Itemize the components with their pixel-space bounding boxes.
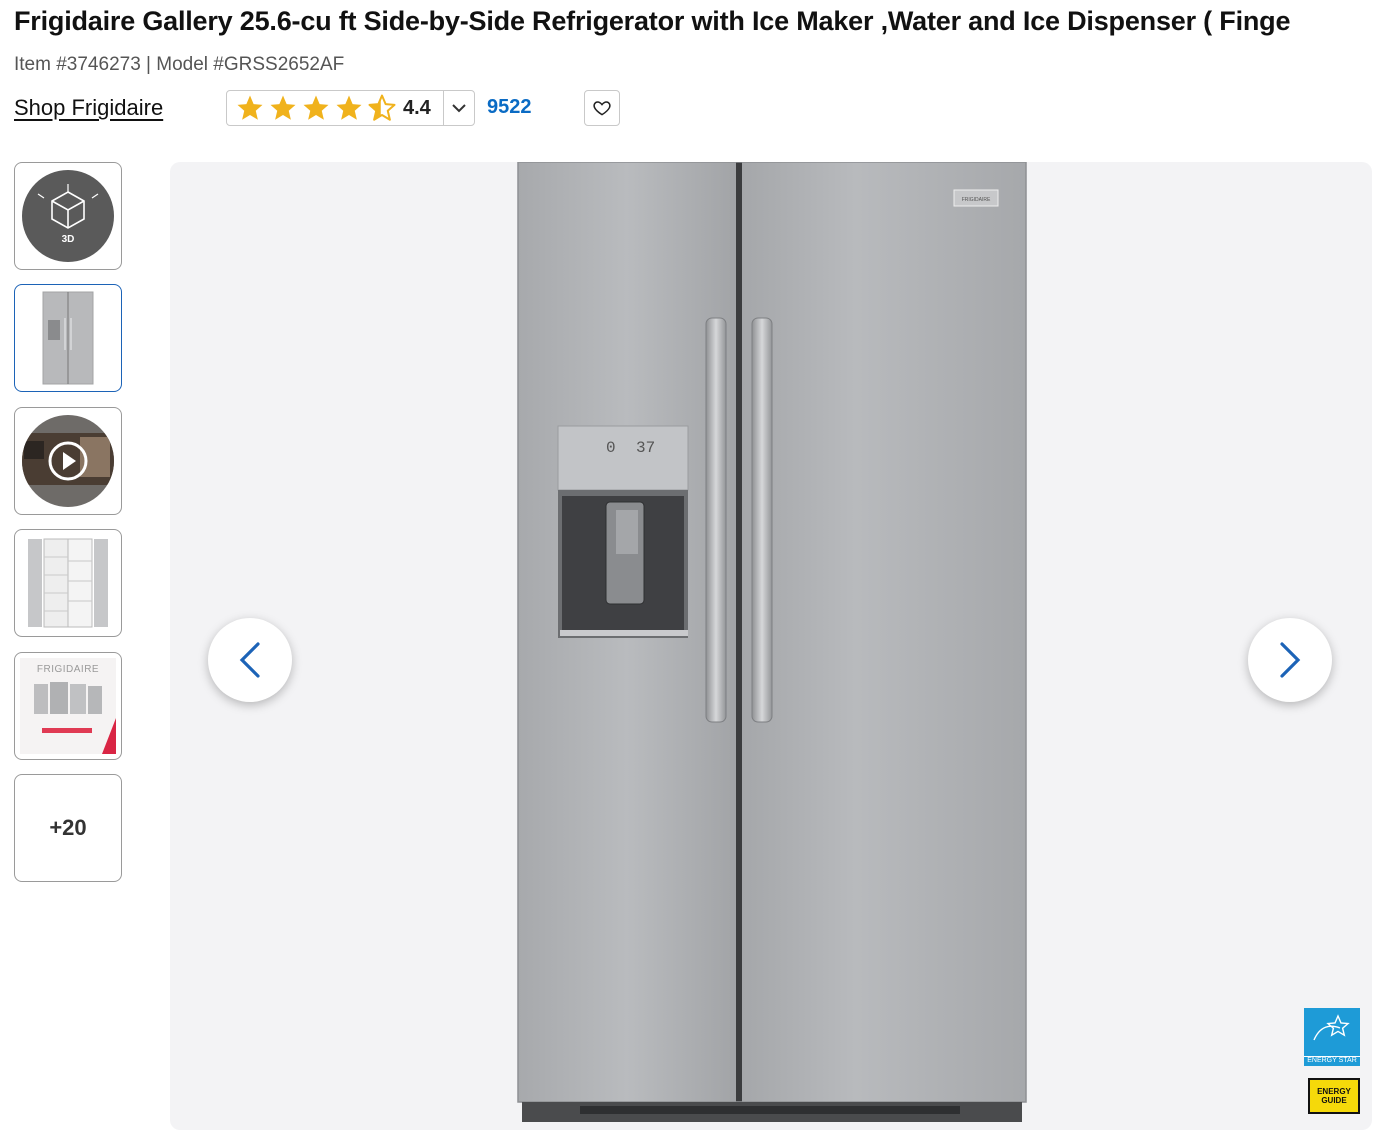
star-partial-icon xyxy=(368,94,396,121)
thumbnail-front-image[interactable] xyxy=(14,284,122,392)
brand-badge: FRIGIDAIRE xyxy=(962,197,991,203)
energy-star-label: ENERGY STAR xyxy=(1304,1056,1360,1064)
main-product-image: FRIGIDAIRE 0 37 ENERGY STAR ENERGY GUIDE xyxy=(170,162,1372,1130)
heart-icon xyxy=(593,101,611,116)
star-full-icon xyxy=(237,95,263,120)
thumbnail-open-doors[interactable] xyxy=(14,529,122,637)
refrigerator-thumbnail xyxy=(42,291,94,385)
3d-badge: 3D xyxy=(62,234,75,245)
review-count-link[interactable]: 9522 xyxy=(487,96,532,119)
star-full-icon xyxy=(303,95,329,120)
promo-thumbnail: FRIGIDAIRE xyxy=(20,658,116,754)
shop-brand-link[interactable]: Shop Frigidaire xyxy=(14,95,163,121)
favorite-button[interactable] xyxy=(584,90,620,126)
cube-3d-icon: 3D xyxy=(22,170,114,262)
display-left: 0 xyxy=(606,439,616,457)
energy-guide-label[interactable]: ENERGY GUIDE xyxy=(1308,1078,1360,1114)
star-rating xyxy=(227,93,397,123)
thumbnail-3d-view[interactable]: 3D xyxy=(14,162,122,270)
energy-star-logo: ENERGY STAR xyxy=(1304,1008,1360,1066)
thumbnail-video[interactable] xyxy=(14,407,122,515)
rating-value: 4.4 xyxy=(403,96,431,119)
promo-brand-text: FRIGIDAIRE xyxy=(37,664,99,675)
next-image-button[interactable] xyxy=(1248,618,1332,702)
previous-image-button[interactable] xyxy=(208,618,292,702)
energy-guide-text: ENERGY GUIDE xyxy=(1317,1087,1351,1105)
identifier-separator: | xyxy=(140,54,157,75)
chevron-down-icon xyxy=(451,104,466,113)
rating-summary[interactable]: 4.4 xyxy=(226,90,475,126)
star-full-icon xyxy=(270,95,296,120)
item-number: Item #3746273 xyxy=(14,54,141,75)
energy-star-icon xyxy=(1313,1014,1350,1041)
more-images-count: +20 xyxy=(49,815,87,840)
product-identifiers: Item #3746273 | Model #GRSS2652AF xyxy=(14,54,344,76)
display-right: 37 xyxy=(636,439,655,457)
refrigerator-image: FRIGIDAIRE 0 37 xyxy=(517,162,1027,1122)
model-number: Model #GRSS2652AF xyxy=(156,54,345,75)
video-thumbnail xyxy=(22,415,114,507)
product-title: Frigidaire Gallery 25.6-cu ft Side-by-Si… xyxy=(14,6,1291,36)
star-full-icon xyxy=(336,95,362,120)
chevron-left-icon xyxy=(239,642,260,678)
chevron-right-icon xyxy=(1280,642,1301,678)
open-refrigerator-thumbnail xyxy=(28,538,108,628)
thumbnail-brand-promo[interactable]: FRIGIDAIRE xyxy=(14,652,122,760)
rating-details-toggle[interactable] xyxy=(443,91,473,125)
thumbnail-more[interactable]: +20 xyxy=(14,774,122,882)
